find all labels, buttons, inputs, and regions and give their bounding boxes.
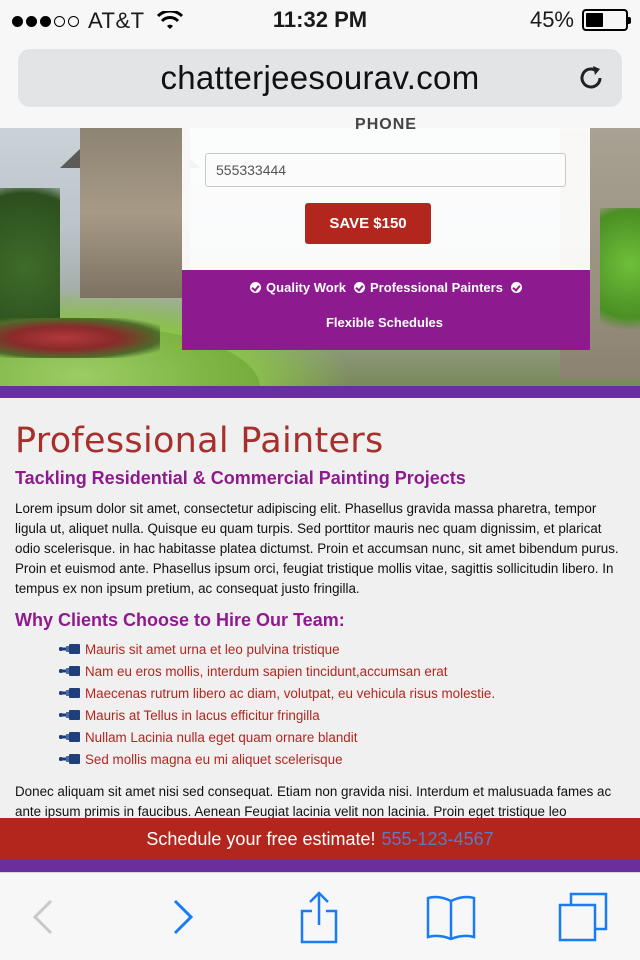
- quote-form: PHONE 555333444 SAVE $150 Quality Work P…: [182, 116, 590, 350]
- paintbrush-icon: [59, 732, 80, 742]
- cta-phone-link[interactable]: 555-123-4567: [382, 829, 494, 849]
- status-bar: AT&T 11:32 PM 45%: [0, 0, 640, 40]
- divider: [0, 386, 640, 398]
- bookmarks-button[interactable]: [411, 873, 491, 960]
- reason-text: Nam eu eros mollis, interdum sapien tinc…: [85, 663, 448, 679]
- reason-text: Nullam Lacinia nulla eget quam ornare bl…: [85, 729, 358, 745]
- feature-item: Quality Work: [266, 280, 346, 295]
- divider-bottom: [0, 860, 640, 872]
- url-text[interactable]: chatterjeesourav.com: [18, 59, 622, 97]
- reason-item: Mauris sit amet urna et leo pulvina tris…: [59, 638, 627, 660]
- page-subtitle: Tackling Residential & Commercial Painti…: [15, 468, 466, 488]
- reason-item: Nam eu eros mollis, interdum sapien tinc…: [59, 660, 627, 682]
- reason-text: Mauris sit amet urna et leo pulvina tris…: [85, 641, 340, 657]
- feature-item: Professional Painters: [370, 280, 503, 295]
- cta-text: Schedule your free estimate!: [146, 829, 376, 849]
- feature-item: Flexible Schedules: [325, 315, 444, 330]
- reason-text: Sed mollis magna eu mi aliquet scelerisq…: [85, 751, 343, 767]
- hero-shrubs: [0, 318, 160, 358]
- main-content: Professional Painters Tackling Residenti…: [15, 420, 627, 822]
- check-icon: [250, 282, 262, 293]
- reason-text: Mauris at Tellus in lacus efficitur frin…: [85, 707, 320, 723]
- browser-address-area: chatterjeesourav.com: [0, 40, 640, 128]
- intro-paragraph: Lorem ipsum dolor sit amet, consectetur …: [15, 501, 619, 596]
- reason-item: Sed mollis magna eu mi aliquet scelerisq…: [59, 748, 627, 770]
- forward-icon: [173, 899, 194, 935]
- check-icon: [354, 282, 365, 293]
- share-icon: [300, 891, 338, 944]
- forward-button[interactable]: [143, 873, 223, 960]
- bookmarks-icon: [426, 895, 476, 941]
- share-button[interactable]: [279, 873, 359, 960]
- paintbrush-icon: [59, 644, 80, 654]
- hero-tree-right: [600, 208, 640, 348]
- phone-field[interactable]: 555333444: [205, 153, 566, 187]
- cta-bar[interactable]: Schedule your free estimate! 555-123-4567: [0, 818, 640, 860]
- battery-icon: [582, 9, 631, 31]
- check-icon: [510, 282, 522, 293]
- paintbrush-icon: [59, 710, 80, 720]
- second-paragraph: Donec aliquam sit amet nisi sed consequa…: [15, 784, 612, 819]
- reason-item: Nullam Lacinia nulla eget quam ornare bl…: [59, 726, 627, 748]
- battery-percentage: 45%: [529, 7, 574, 32]
- page-title: Professional Painters: [15, 421, 384, 461]
- reasons-list: Mauris sit amet urna et leo pulvina tris…: [59, 638, 627, 770]
- back-button[interactable]: [3, 873, 83, 960]
- hero-house: [80, 128, 190, 298]
- tabs-button[interactable]: [543, 873, 623, 960]
- browser-toolbar: [0, 872, 640, 960]
- features-band: Quality Work Professional Painters Flexi…: [182, 270, 590, 350]
- reload-icon[interactable]: [576, 63, 606, 93]
- save-button[interactable]: SAVE $150: [305, 203, 431, 244]
- reason-text: Maecenas rutrum libero ac diam, volutpat…: [85, 685, 496, 701]
- paintbrush-icon: [59, 754, 80, 764]
- why-heading: Why Clients Choose to Hire Our Team:: [15, 610, 345, 630]
- back-icon: [32, 899, 53, 935]
- paintbrush-icon: [59, 666, 80, 676]
- paintbrush-icon: [59, 688, 80, 698]
- phone-label: PHONE: [355, 116, 417, 133]
- reason-item: Mauris at Tellus in lacus efficitur frin…: [59, 704, 627, 726]
- address-bar[interactable]: chatterjeesourav.com: [18, 49, 622, 107]
- reason-item: Maecenas rutrum libero ac diam, volutpat…: [59, 682, 627, 704]
- tabs-icon: [558, 892, 608, 942]
